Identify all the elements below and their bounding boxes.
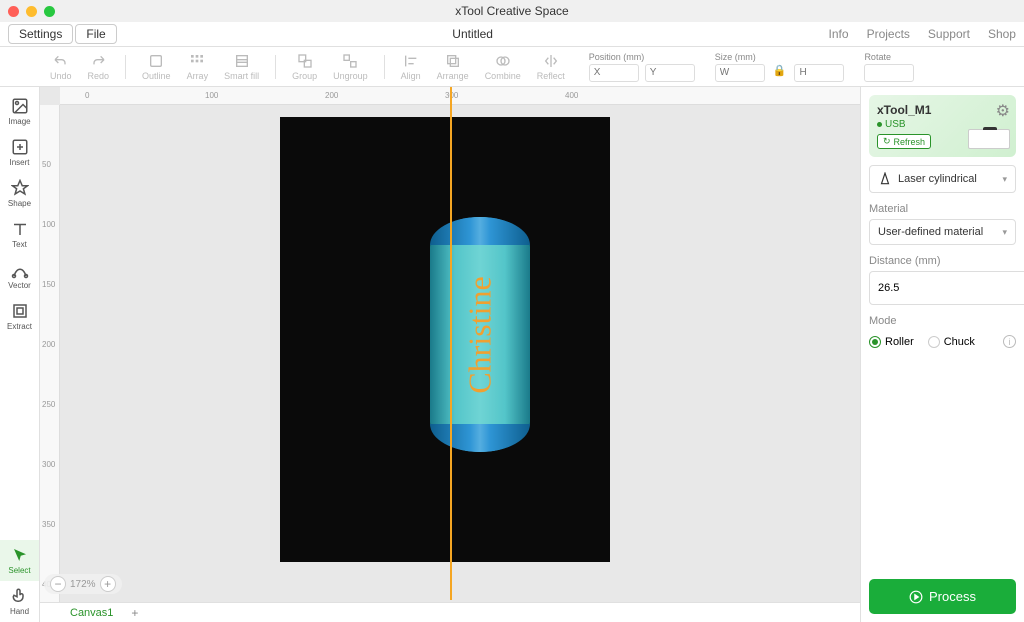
distance-label: Distance (mm) [869,255,1016,267]
zoom-value: 172% [70,579,96,590]
combine-button[interactable]: Combine [481,53,525,81]
nav-shop[interactable]: Shop [988,27,1016,41]
vector-tool[interactable]: Vector [0,255,39,296]
center-guide-line [450,87,452,600]
canvas-tabs: Canvas1 + [40,602,860,622]
refresh-button[interactable]: ↻ Refresh [877,134,931,149]
mode-roller-radio[interactable]: Roller [869,336,914,348]
position-group: Position (mm) [589,52,695,82]
mode-chuck-radio[interactable]: Chuck [928,336,975,348]
maximize-window-button[interactable] [44,6,55,17]
smartfill-button[interactable]: Smart fill [220,53,263,81]
array-button[interactable]: Array [183,53,213,81]
lock-aspect-icon[interactable]: 🔒 [771,64,789,82]
ungroup-button[interactable]: Ungroup [329,53,372,81]
mode-label: Mode [869,315,1016,327]
titlebar: xTool Creative Space [0,0,1024,22]
redo-button[interactable]: Redo [84,53,114,81]
zoom-control: − 172% + [44,574,122,594]
add-canvas-button[interactable]: + [123,606,146,620]
device-settings-icon[interactable]: ⚙ [996,101,1010,121]
laser-icon [878,172,892,186]
extract-tool[interactable]: Extract [0,296,39,337]
material-select[interactable]: User-defined material ▾ [869,219,1016,245]
hand-tool[interactable]: Hand [0,581,39,622]
tools-sidebar: Image Insert Shape Text Vector Extract S… [0,87,40,622]
close-window-button[interactable] [8,6,19,17]
mode-info-icon[interactable]: i [1003,335,1016,348]
size-w-input[interactable] [715,64,765,82]
align-button[interactable]: Align [397,53,425,81]
canvas-area[interactable]: 0 100 200 300 400 50 100 150 200 250 300… [40,87,860,622]
insert-tool[interactable]: Insert [0,132,39,173]
settings-menu[interactable]: Settings [8,24,73,44]
outline-button[interactable]: Outline [138,53,175,81]
chevron-down-icon: ▾ [1002,227,1007,238]
canvas-tab-1[interactable]: Canvas1 [60,607,123,619]
size-h-input[interactable] [794,64,844,82]
nav-projects[interactable]: Projects [867,27,910,41]
toolbar: Undo Redo Outline Array Smart fill Group… [0,47,1024,87]
device-thumbnail [968,129,1010,149]
processing-type-select[interactable]: Laser cylindrical ▾ [869,165,1016,193]
engraving-text: Christine [462,276,499,393]
rotate-group: Rotate [864,52,914,82]
file-menu[interactable]: File [75,24,116,44]
menubar: Settings File Untitled Info Projects Sup… [0,22,1024,47]
ruler-horizontal: 0 100 200 300 400 [60,87,860,105]
undo-button[interactable]: Undo [46,53,76,81]
document-title: Untitled [452,27,493,41]
workpiece-tumbler: Christine [430,217,530,452]
play-icon [909,590,923,604]
position-x-input[interactable] [589,64,639,82]
shape-tool[interactable]: Shape [0,173,39,214]
properties-panel: ⚙ xTool_M1 USB ↻ Refresh Laser cylindric… [860,87,1024,622]
text-tool[interactable]: Text [0,214,39,255]
distance-input[interactable] [869,271,1024,305]
zoom-in-button[interactable]: + [100,576,116,592]
minimize-window-button[interactable] [26,6,37,17]
position-y-input[interactable] [645,64,695,82]
group-button[interactable]: Group [288,53,321,81]
nav-support[interactable]: Support [928,27,970,41]
rotate-input[interactable] [864,64,914,82]
zoom-out-button[interactable]: − [50,576,66,592]
size-group: Size (mm) 🔒 [715,52,845,82]
material-label: Material [869,203,1016,215]
device-name: xTool_M1 [877,103,1008,117]
device-card: ⚙ xTool_M1 USB ↻ Refresh [869,95,1016,157]
app-title: xTool Creative Space [455,4,568,18]
reflect-button[interactable]: Reflect [533,53,569,81]
nav-info[interactable]: Info [829,27,849,41]
ruler-vertical: 50 100 150 200 250 300 350 400 [40,105,60,602]
process-button[interactable]: Process [869,579,1016,614]
chevron-down-icon: ▾ [1002,174,1007,185]
image-tool[interactable]: Image [0,91,39,132]
camera-preview: Christine [280,117,610,562]
arrange-button[interactable]: Arrange [433,53,473,81]
select-tool[interactable]: Select [0,540,39,581]
